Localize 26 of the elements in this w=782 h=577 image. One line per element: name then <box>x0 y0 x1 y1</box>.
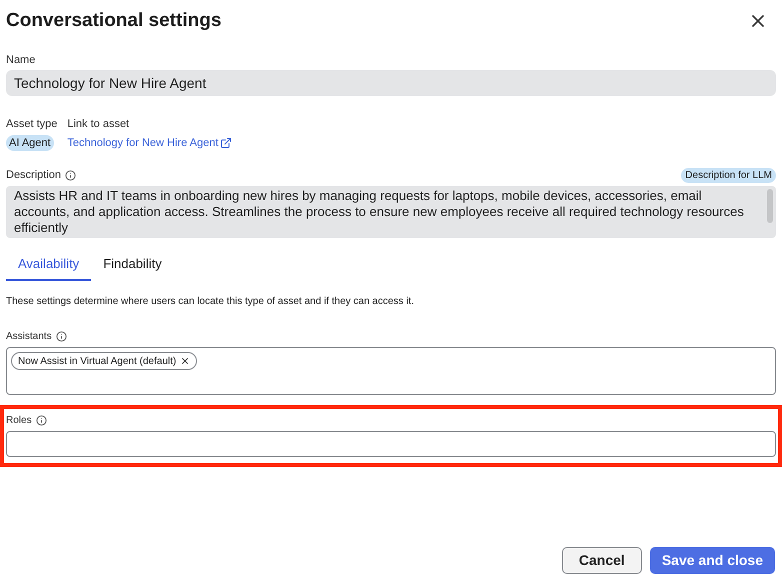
field-label: Link to asset <box>67 117 130 132</box>
field-label: Name <box>6 52 36 68</box>
assistants-field[interactable]: Now Assist in Virtual Agent (default) <box>6 347 776 395</box>
llm-tag: Description for LLM <box>681 168 776 183</box>
cancel-button[interactable]: Cancel <box>562 547 642 574</box>
scrollbar-thumb[interactable] <box>767 188 773 222</box>
name-field[interactable]: Technology for New Hire Agent <box>6 70 776 96</box>
remove-icon[interactable] <box>180 356 190 366</box>
tab[interactable]: Findability <box>91 254 174 281</box>
field-label: Roles <box>6 414 32 428</box>
info-icon <box>36 415 47 426</box>
dialog-title: Conversational settings <box>6 9 222 33</box>
roles-field[interactable] <box>6 431 776 457</box>
field-label: Asset type <box>6 117 58 132</box>
tab[interactable]: Availability <box>6 254 92 281</box>
external-link-icon <box>220 136 232 149</box>
field-label: Description <box>6 168 62 183</box>
field-label: Assistants <box>6 330 52 344</box>
help-text: These settings determine where users can locate this type of asset and if they can access it. <box>6 295 415 309</box>
asset-type-tag: AI Agent <box>6 134 54 151</box>
description-field[interactable]: Assists HR and IT teams in onboarding new hires by managing requests for laptops, mobile devices, accessories, email accounts, and application access. Streamlines the process to ensure new employees receive all required technology resources efficiently <box>6 186 776 238</box>
asset-link[interactable]: Technology for New Hire Agent <box>67 134 232 151</box>
info-icon <box>56 331 67 342</box>
save-button[interactable]: Save and close <box>650 547 775 574</box>
assistant-chip[interactable]: Now Assist in Virtual Agent (default) <box>11 352 198 370</box>
info-icon <box>65 170 76 181</box>
